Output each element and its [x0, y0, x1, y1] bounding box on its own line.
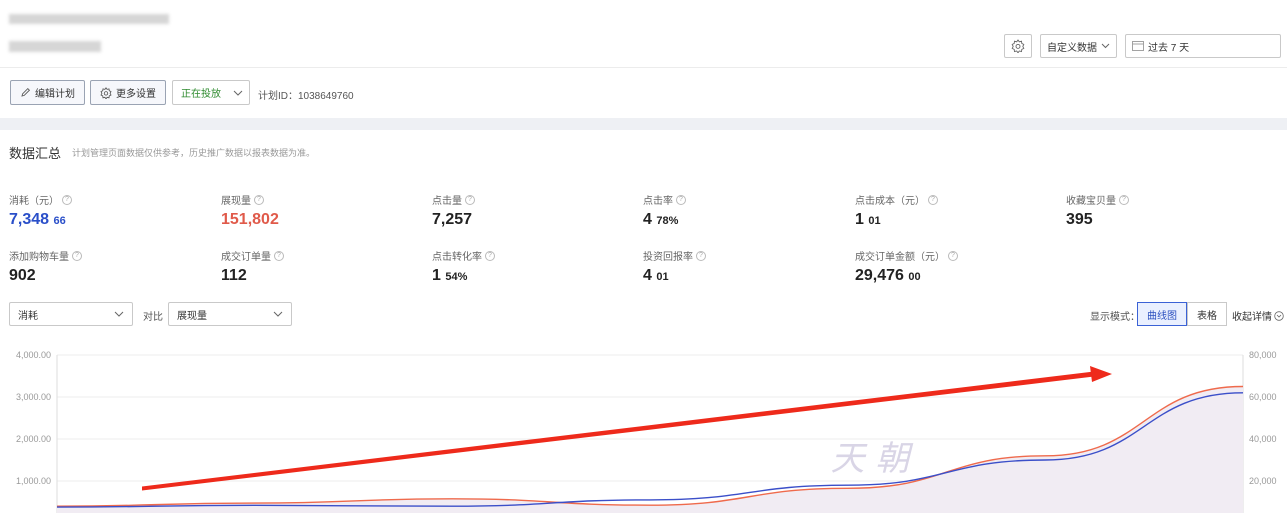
primary-metric-value: 消耗	[18, 310, 38, 322]
delivery-status-value: 正在投放	[181, 89, 221, 100]
metric-favorites[interactable]: 收藏宝贝量? 395	[1066, 192, 1129, 229]
action-bar: 编辑计划 更多设置 正在投放 计划ID：1038649760	[0, 68, 1287, 118]
delivery-status-select[interactable]: 正在投放	[172, 80, 250, 105]
summary-note: 计划管理页面数据仅供参考，历史推广数据以报表数据为准。	[72, 148, 316, 158]
trend-chart: 4,000.00 3,000.00 2,000.00 1,000.00 80,000 60…	[16, 350, 1277, 513]
metric-label: 展现量	[221, 196, 251, 207]
collapse-label: 收起详情	[1232, 312, 1272, 323]
metric-value: 4 01	[643, 267, 669, 284]
help-icon[interactable]: ?	[1119, 194, 1129, 205]
metric-orders[interactable]: 成交订单量? 112	[221, 248, 284, 285]
custom-data-label: 自定义数据	[1047, 42, 1097, 54]
metric-value: 4 78%	[643, 211, 679, 228]
metric-clicks[interactable]: 点击量? 7,257	[432, 192, 475, 229]
metric-label: 点击量	[432, 196, 462, 207]
metric-value: 7,257	[432, 211, 473, 228]
edit-plan-button[interactable]: 编辑计划	[10, 80, 85, 105]
collapse-details-link[interactable]: 收起详情	[1232, 308, 1284, 323]
custom-data-dropdown[interactable]: 自定义数据	[1040, 34, 1117, 58]
metric-label: 收藏宝贝量	[1066, 196, 1116, 207]
metric-value: 151,802	[221, 211, 279, 228]
watermark: 天 朝	[831, 439, 914, 479]
annotation-arrow-head	[1090, 366, 1112, 382]
metric-value: 29,476 00	[855, 267, 921, 284]
left-axis-tick-label: 2,000.00	[16, 434, 51, 444]
help-icon[interactable]: ?	[948, 250, 958, 261]
calendar-icon	[1132, 41, 1144, 51]
settings-button[interactable]	[1004, 34, 1032, 58]
metric-value: 1 01	[855, 211, 881, 228]
left-axis-tick-label: 3,000.00	[16, 392, 51, 402]
edit-plan-label: 编辑计划	[35, 89, 75, 100]
section-divider	[0, 118, 1287, 130]
left-axis-tick-label: 4,000.00	[16, 350, 51, 360]
metric-value: 395	[1066, 211, 1093, 228]
metric-order-amount[interactable]: 成交订单金额（元）? 29,476 00	[855, 248, 958, 285]
compare-metric-value: 展现量	[177, 310, 207, 322]
versus-label: 对比	[143, 312, 163, 323]
help-icon[interactable]: ?	[72, 250, 82, 261]
metric-label: 成交订单金额（元）	[855, 252, 945, 263]
right-axis-tick-label: 40,000	[1249, 434, 1277, 444]
metric-value: 902	[9, 267, 36, 284]
collapse-circle-icon	[1274, 310, 1284, 321]
display-mode-label: 显示模式：	[1090, 312, 1140, 323]
metric-label: 点击成本（元）	[855, 196, 925, 207]
chevron-down-icon	[273, 311, 283, 317]
metric-value: 7,348 66	[9, 211, 66, 228]
chevron-down-icon	[233, 90, 243, 96]
metric-label: 点击率	[643, 196, 673, 207]
more-settings-button[interactable]: 更多设置	[90, 80, 166, 105]
metric-value: 112	[221, 267, 247, 284]
help-icon[interactable]: ?	[676, 194, 686, 205]
help-icon[interactable]: ?	[254, 194, 264, 205]
metric-label: 成交订单量	[221, 252, 271, 263]
metric-label: 投资回报率	[643, 252, 693, 263]
plan-meta-redacted	[9, 41, 101, 52]
metric-label: 添加购物车量	[9, 252, 69, 263]
compare-metric-select[interactable]: 展现量	[168, 302, 292, 326]
display-mode-toggle: 曲线图 表格	[1137, 302, 1227, 326]
metric-roi[interactable]: 投资回报率? 4 01	[643, 248, 706, 285]
chevron-down-icon	[114, 311, 124, 317]
right-axis-tick-label: 60,000	[1249, 392, 1277, 402]
right-axis-tick-label: 20,000	[1249, 476, 1277, 486]
pencil-icon	[21, 87, 31, 97]
impressions-area	[57, 386, 1243, 513]
help-icon[interactable]: ?	[465, 194, 475, 205]
more-settings-label: 更多设置	[116, 89, 156, 100]
metric-add-to-cart[interactable]: 添加购物车量? 902	[9, 248, 82, 285]
gear-icon	[100, 86, 112, 99]
help-icon[interactable]: ?	[928, 194, 938, 205]
plan-name-redacted	[9, 14, 169, 24]
metric-cost[interactable]: 消耗（元）? 7,348 66	[9, 192, 72, 229]
metric-cpc[interactable]: 点击成本（元）? 1 01	[855, 192, 938, 229]
date-range-label: 过去 7 天	[1148, 42, 1190, 54]
date-range-picker[interactable]: 过去 7 天	[1125, 34, 1281, 58]
primary-metric-select[interactable]: 消耗	[9, 302, 133, 326]
metric-conversion-rate[interactable]: 点击转化率? 1 54%	[432, 248, 495, 285]
plan-header: 自定义数据 过去 7 天	[0, 0, 1287, 68]
help-icon[interactable]: ?	[485, 250, 495, 261]
right-axis-tick-label: 80,000	[1249, 350, 1277, 360]
plan-id: 计划ID：1038649760	[258, 91, 354, 102]
chevron-down-icon	[1101, 43, 1110, 49]
metric-label: 点击转化率	[432, 252, 482, 263]
metric-impressions[interactable]: 展现量? 151,802	[221, 192, 279, 229]
left-axis-tick-label: 1,000.00	[16, 476, 51, 486]
metric-value: 1 54%	[432, 267, 468, 284]
metric-ctr[interactable]: 点击率? 4 78%	[643, 192, 686, 229]
mode-curve-button[interactable]: 曲线图	[1137, 302, 1187, 326]
mode-table-button[interactable]: 表格	[1187, 302, 1227, 326]
summary-title: 数据汇总	[9, 146, 62, 161]
help-icon[interactable]: ?	[274, 250, 284, 261]
help-icon[interactable]: ?	[696, 250, 706, 261]
help-icon[interactable]: ?	[62, 194, 72, 205]
gear-icon	[1011, 39, 1025, 53]
metric-label: 消耗（元）	[9, 196, 59, 207]
